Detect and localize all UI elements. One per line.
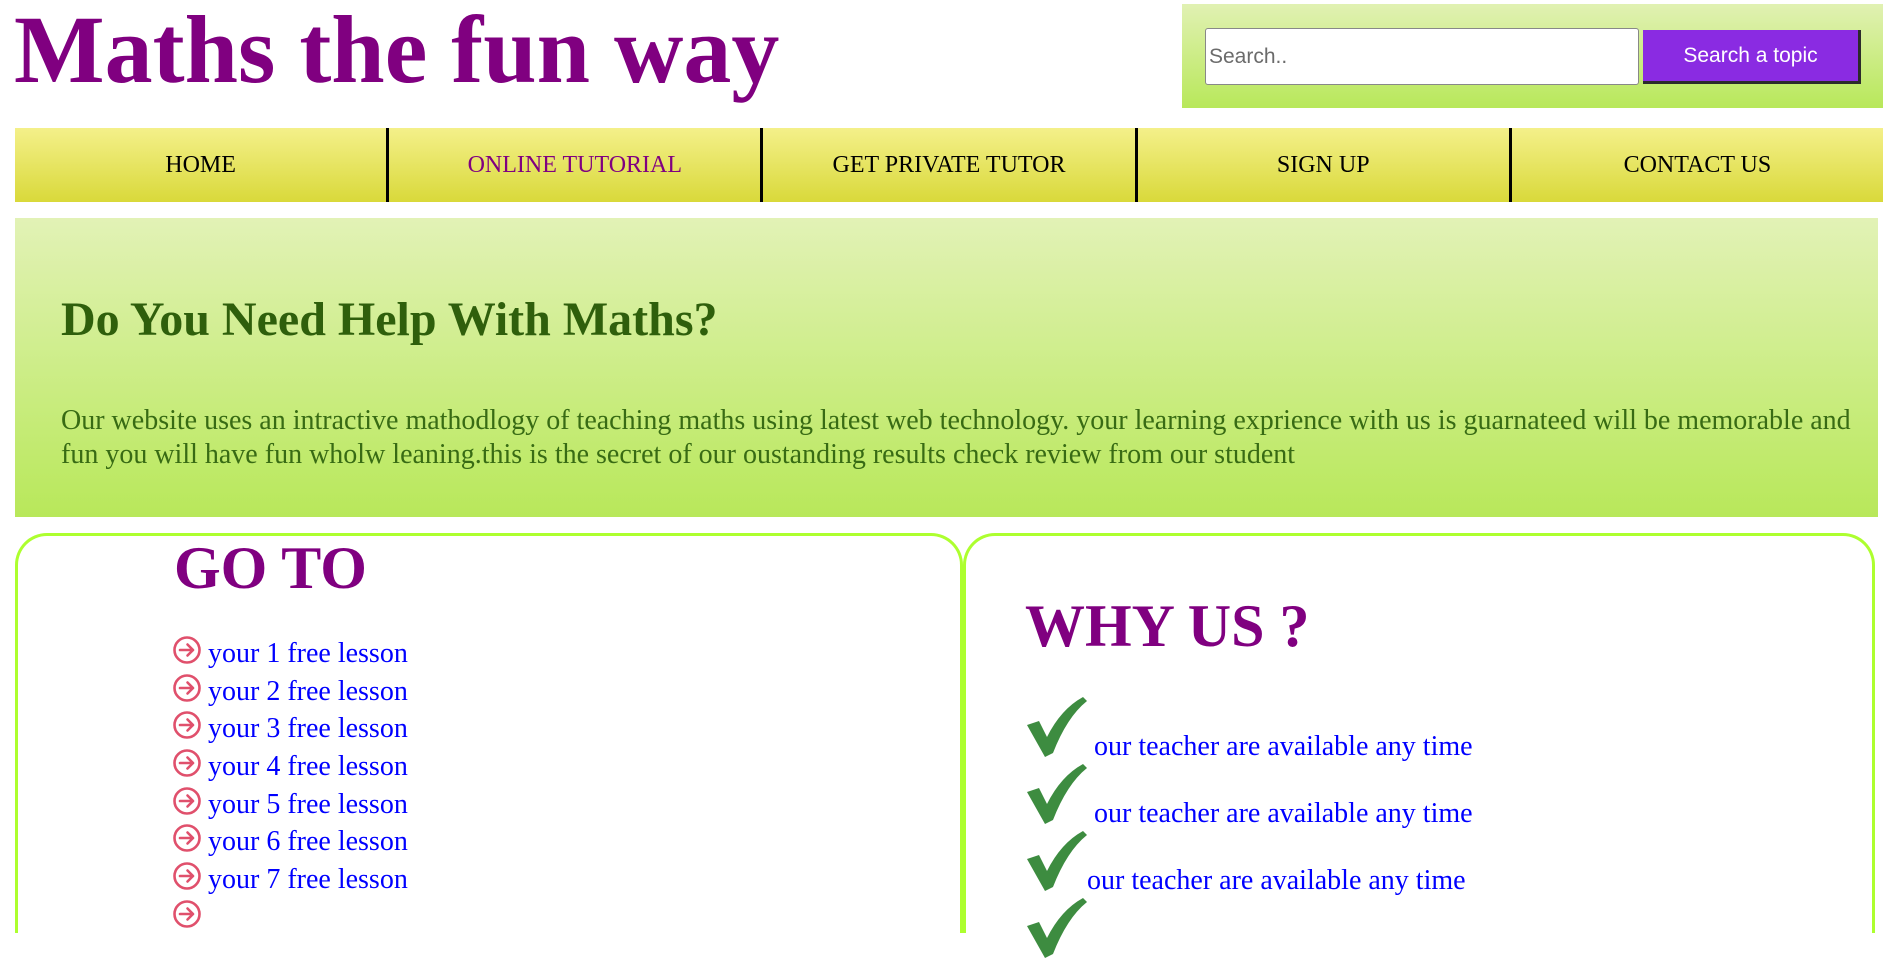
lesson-link-6[interactable]: your 6 free lesson <box>172 822 408 860</box>
arrow-right-circle-icon <box>173 673 201 702</box>
reason-text: our teacher are available any time <box>1087 865 1466 896</box>
checkmark-icon <box>1027 697 1087 757</box>
arrow-right-circle-icon <box>173 636 201 664</box>
lesson-link-4[interactable]: your 4 free lesson <box>172 747 408 785</box>
lesson-link-partial[interactable] <box>172 898 408 936</box>
search-button[interactable]: Search a topic <box>1643 30 1861 84</box>
lesson-link-5[interactable]: your 5 free lesson <box>172 785 408 823</box>
arrow-right-circle-icon <box>173 711 201 740</box>
lesson-label: your 1 free lesson <box>208 638 408 669</box>
why-us-heading: WHY US ? <box>1025 593 1310 659</box>
main-nav: HOME ONLINE TUTORIAL GET PRIVATE TUTOR S… <box>15 128 1883 202</box>
checkmark-icon <box>1027 898 1087 958</box>
lesson-label: your 6 free lesson <box>208 826 408 858</box>
search-input[interactable] <box>1205 28 1639 85</box>
lesson-label: your 4 free lesson <box>208 751 408 783</box>
nav-item-contact-us[interactable]: CONTACT US <box>1512 128 1883 202</box>
arrow-right-circle-icon <box>173 900 201 928</box>
lesson-label: your 5 free lesson <box>208 788 408 820</box>
hero-banner: Do You Need Help With Maths? Our website… <box>15 218 1878 517</box>
lesson-link-7[interactable]: your 7 free lesson <box>172 860 408 898</box>
arrow-right-circle-icon <box>173 786 201 815</box>
nav-item-online-tutorial[interactable]: ONLINE TUTORIAL <box>389 128 764 202</box>
arrow-right-circle-icon <box>173 862 201 890</box>
site-title: Maths the fun way <box>14 0 780 103</box>
checkmark-icon <box>1027 831 1087 891</box>
lesson-list: your 1 free lesson your 2 free lesson yo… <box>172 634 408 936</box>
search-panel: Search a topic <box>1182 4 1883 108</box>
hero-heading: Do You Need Help With Maths? <box>61 293 718 346</box>
lesson-link-2[interactable]: your 2 free lesson <box>172 672 408 710</box>
nav-item-get-private-tutor[interactable]: GET PRIVATE TUTOR <box>763 128 1138 202</box>
lesson-link-3[interactable]: your 3 free lesson <box>172 709 408 747</box>
lesson-label: your 2 free lesson <box>208 675 408 707</box>
lesson-label: your 3 free lesson <box>208 713 408 745</box>
lesson-link-1[interactable]: your 1 free lesson <box>172 634 408 672</box>
reason-text: our teacher are available any time <box>1094 731 1473 762</box>
hero-description: Our website uses an intractive mathodlog… <box>61 405 1851 470</box>
nav-item-sign-up[interactable]: SIGN UP <box>1138 128 1512 202</box>
nav-item-home[interactable]: HOME <box>15 128 390 202</box>
checkmark-icon <box>1027 764 1087 824</box>
why-us-panel: WHY US ? our teacher are available any t… <box>963 533 1875 958</box>
goto-panel: GO TO your 1 free lesson your 2 free les… <box>15 533 963 933</box>
lesson-label: your 7 free lesson <box>208 864 408 896</box>
goto-heading: GO TO <box>174 535 367 601</box>
reason-text: our teacher are available any time <box>1094 798 1473 829</box>
arrow-right-circle-icon <box>173 749 201 777</box>
arrow-right-circle-icon <box>173 824 201 853</box>
